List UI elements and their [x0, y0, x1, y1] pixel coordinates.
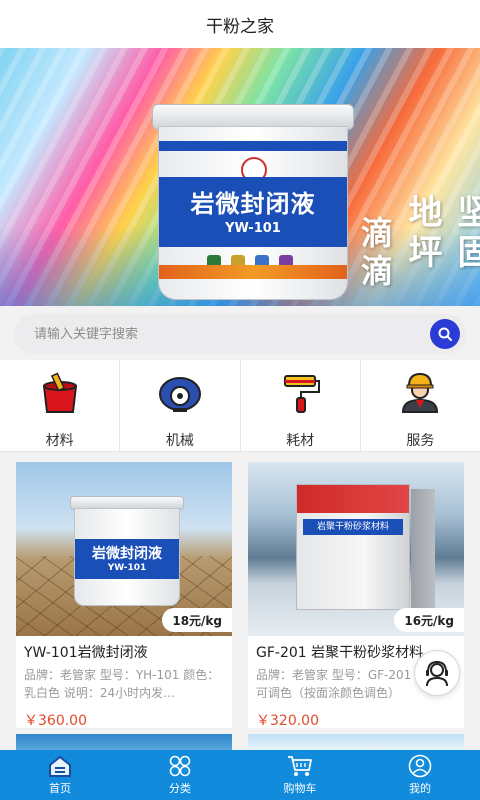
search-bar: [14, 314, 466, 354]
cart-icon: [287, 754, 313, 778]
banner-slogan-left: 滴滴: [356, 216, 394, 292]
customer-service-icon: [426, 660, 448, 687]
category-label: 服务: [406, 433, 435, 449]
search-button[interactable]: [430, 319, 460, 349]
product-description: 品牌：老管家 型号：YH-101 颜色：乳白色 说明：24小时内发…: [24, 668, 220, 700]
category-services[interactable]: 服务: [361, 360, 480, 451]
banner-slogan-right: 坚固地坪: [402, 194, 480, 274]
banner-product-bucket: 岩微封闭液 YW-101: [152, 104, 354, 300]
category-icon: [168, 754, 192, 778]
tab-cart[interactable]: 购物车: [240, 750, 360, 800]
banner-product-model: YW-101: [225, 221, 281, 236]
search-icon: [438, 327, 452, 341]
tab-profile[interactable]: 我的: [360, 750, 480, 800]
promo-banner[interactable]: 滴滴 坚固地坪 岩微封闭液 YW-101: [0, 48, 480, 306]
paint-roller-icon: [277, 372, 323, 414]
category-label: 机械: [165, 433, 194, 449]
banner-product-title: 岩微封闭液: [190, 190, 316, 218]
bucket-orange-stripe: [159, 265, 347, 279]
product-name: YW-101岩微封闭液: [24, 645, 148, 661]
unit-price-tag: 18元/kg: [162, 608, 232, 632]
user-icon: [408, 754, 432, 778]
customer-service-button[interactable]: [414, 650, 460, 696]
home-icon: [47, 754, 73, 778]
worker-helmet-icon: [397, 372, 443, 414]
image-product-title: 岩聚干粉砂浆材料: [303, 519, 403, 535]
category-materials[interactable]: 材料: [0, 360, 121, 451]
product-grid: 岩微封闭液 YW-101 18元/kg YW-101岩微封闭液 品牌：老管家 型…: [0, 452, 480, 748]
product-image: 岩微封闭液 YW-101 18元/kg: [16, 462, 232, 636]
product-image: 岩聚干粉砂浆材料 16元/kg: [248, 462, 464, 636]
product-bucket: 岩微封闭液 YW-101: [70, 496, 184, 606]
tab-label: 分类: [169, 782, 191, 795]
bucket-label-band: 岩微封闭液 YW-101: [75, 539, 179, 579]
tab-label: 首页: [49, 782, 71, 795]
category-consumables[interactable]: 耗材: [241, 360, 361, 451]
grinder-machine-icon: [157, 372, 203, 414]
page-title: 干粉之家: [206, 16, 274, 37]
bag-side: [411, 489, 435, 611]
category-label: 耗材: [286, 433, 315, 449]
category-nav: 材料 机械 耗材 服务: [0, 360, 480, 452]
bucket-body: 岩微封闭液 YW-101: [74, 508, 180, 606]
bottom-tab-bar: 首页 分类 购物车 我的: [0, 750, 480, 800]
product-price: ￥320.00: [256, 713, 319, 729]
search-input[interactable]: [14, 326, 430, 342]
tab-label: 购物车: [283, 782, 317, 795]
app-header: 干粉之家: [0, 0, 480, 48]
tab-category[interactable]: 分类: [120, 750, 240, 800]
tab-home[interactable]: 首页: [0, 750, 120, 800]
unit-price-tag: 16元/kg: [394, 608, 464, 632]
image-product-title: 岩微封闭液: [92, 546, 162, 562]
next-product-card-peek[interactable]: [16, 734, 232, 750]
product-price: ￥360.00: [24, 713, 87, 729]
bucket-stripe: [159, 141, 347, 151]
mortar-bag: 岩聚干粉砂浆材料: [296, 484, 435, 611]
paint-bucket-icon: [37, 372, 83, 414]
next-product-card-peek[interactable]: [248, 734, 464, 750]
bucket-body: 岩微封闭液 YW-101: [158, 126, 348, 300]
category-machinery[interactable]: 机械: [120, 360, 241, 451]
tab-label: 我的: [409, 782, 431, 795]
category-label: 材料: [45, 433, 74, 449]
bag-top: [297, 485, 409, 513]
image-product-model: YW-101: [107, 563, 147, 573]
product-card[interactable]: 岩微封闭液 YW-101 18元/kg YW-101岩微封闭液 品牌：老管家 型…: [16, 462, 232, 729]
